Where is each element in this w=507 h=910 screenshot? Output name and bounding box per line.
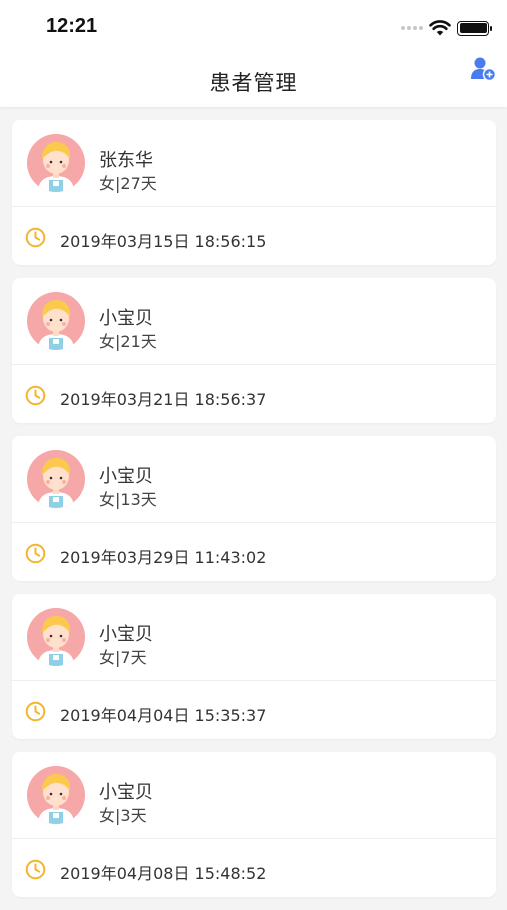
status-indicators bbox=[401, 18, 492, 38]
divider bbox=[12, 206, 496, 207]
patient-name: 小宝贝 bbox=[99, 308, 153, 329]
visit-time: 2019年03月15日 18:56:15 bbox=[60, 232, 267, 251]
status-time: 12:21 bbox=[46, 15, 98, 37]
clock-icon bbox=[25, 543, 46, 564]
patient-gender-age: 女|3天 bbox=[99, 806, 147, 825]
divider bbox=[12, 522, 496, 523]
patient-gender-age: 女|7天 bbox=[99, 648, 147, 667]
patient-gender-age: 女|21天 bbox=[99, 332, 157, 351]
patient-card[interactable]: 小宝贝 女|7天 2019年04月04日 15:35:37 bbox=[12, 594, 496, 739]
patient-card[interactable]: 小宝贝 女|13天 2019年03月29日 11:43:02 bbox=[12, 436, 496, 581]
visit-time: 2019年04月04日 15:35:37 bbox=[60, 706, 267, 725]
patient-card[interactable]: 小宝贝 女|21天 2019年03月21日 18:56:37 bbox=[12, 278, 496, 423]
add-user-icon[interactable] bbox=[469, 56, 497, 82]
wifi-icon bbox=[429, 20, 451, 36]
divider bbox=[12, 364, 496, 365]
visit-time: 2019年03月21日 18:56:37 bbox=[60, 390, 267, 409]
cellular-signal-icon bbox=[401, 26, 423, 30]
patient-name: 小宝贝 bbox=[99, 782, 153, 803]
navigation-header: 12:21 患者管理 bbox=[0, 0, 507, 107]
avatar bbox=[27, 766, 85, 824]
clock-icon bbox=[25, 227, 46, 248]
avatar bbox=[27, 608, 85, 666]
avatar bbox=[27, 292, 85, 350]
clock-icon bbox=[25, 859, 46, 880]
page-title: 患者管理 bbox=[209, 71, 298, 95]
divider bbox=[12, 838, 496, 839]
avatar bbox=[27, 450, 85, 508]
visit-time: 2019年04月08日 15:48:52 bbox=[60, 864, 267, 883]
patient-name: 小宝贝 bbox=[99, 624, 153, 645]
avatar bbox=[27, 134, 85, 192]
battery-icon bbox=[457, 20, 492, 36]
clock-icon bbox=[25, 385, 46, 406]
patient-name: 张东华 bbox=[99, 150, 153, 171]
patient-gender-age: 女|13天 bbox=[99, 490, 157, 509]
patient-card[interactable]: 小宝贝 女|3天 2019年04月08日 15:48:52 bbox=[12, 752, 496, 897]
patient-name: 小宝贝 bbox=[99, 466, 153, 487]
patient-gender-age: 女|27天 bbox=[99, 174, 157, 193]
patient-list: 张东华 女|27天 2019年03月15日 18:56:15 小宝贝 女|21天… bbox=[12, 120, 496, 910]
divider bbox=[12, 680, 496, 681]
visit-time: 2019年03月29日 11:43:02 bbox=[60, 548, 267, 567]
clock-icon bbox=[25, 701, 46, 722]
patient-card[interactable]: 张东华 女|27天 2019年03月15日 18:56:15 bbox=[12, 120, 496, 265]
